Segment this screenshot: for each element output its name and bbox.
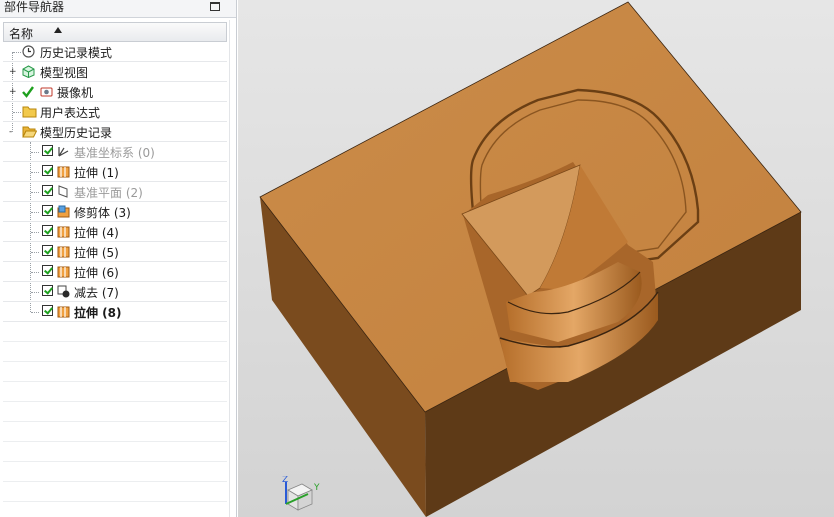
- empty-row: [3, 382, 227, 402]
- tree-item-feature[interactable]: 减去 (7): [3, 282, 227, 302]
- tree-item-label: 用户表达式: [40, 106, 101, 120]
- tree-connector: [31, 172, 39, 173]
- visibility-checkbox[interactable]: [42, 225, 53, 236]
- tree-item-label: 拉伸 (6): [74, 266, 119, 280]
- panel-title: 部件导航器: [4, 0, 65, 14]
- extrude-icon: [57, 266, 70, 278]
- folder-icon: [22, 106, 37, 118]
- visibility-checkbox[interactable]: [42, 265, 53, 276]
- expand-icon[interactable]: +: [9, 88, 17, 97]
- tree-item-feature[interactable]: 基准坐标系 (0): [3, 142, 227, 162]
- tree-item-feature-current[interactable]: 拉伸 (8): [3, 302, 227, 322]
- maximize-icon[interactable]: [210, 2, 220, 11]
- tree-connector: [31, 312, 39, 313]
- tree-item-user-expressions[interactable]: 用户表达式: [3, 102, 227, 122]
- visibility-checkbox[interactable]: [42, 245, 53, 256]
- tree-item-label: 模型历史记录: [40, 126, 113, 140]
- tree-item-feature[interactable]: 拉伸 (1): [3, 162, 227, 182]
- tree-empty-area: [3, 322, 227, 502]
- empty-row: [3, 442, 227, 462]
- empty-row: [3, 402, 227, 422]
- tree-connector: [31, 292, 39, 293]
- extrude-icon: [57, 306, 70, 318]
- tree-connector: [31, 272, 39, 273]
- tree-item-model-history[interactable]: - 模型历史记录: [3, 122, 227, 142]
- tree-item-label: 基准坐标系 (0): [74, 146, 155, 160]
- extrude-icon: [57, 166, 70, 178]
- sort-ascending-icon: [54, 27, 62, 33]
- tree-item-feature[interactable]: 拉伸 (5): [3, 242, 227, 262]
- extrude-icon: [57, 226, 70, 238]
- tree-item-feature[interactable]: 基准平面 (2): [3, 182, 227, 202]
- column-header-label: 名称: [9, 27, 34, 41]
- tree-item-model-views[interactable]: + 模型视图: [3, 62, 227, 82]
- visibility-checkbox[interactable]: [42, 285, 53, 296]
- tree-connector: [31, 252, 39, 253]
- subtract-icon: [57, 285, 70, 298]
- empty-row: [3, 342, 227, 362]
- tree-connector: [13, 52, 21, 53]
- graphics-viewport[interactable]: Z Y: [238, 0, 834, 517]
- y-axis-label: Y: [313, 483, 320, 493]
- tree-item-feature[interactable]: 修剪体 (3): [3, 202, 227, 222]
- datum-plane-icon: [58, 185, 68, 198]
- empty-row: [3, 322, 227, 342]
- extrude-icon: [57, 246, 70, 258]
- tree-item-label: 拉伸 (5): [74, 246, 119, 260]
- trim-body-icon: [57, 205, 70, 218]
- tree-connector: [31, 152, 39, 153]
- clock-icon: [22, 45, 35, 58]
- tree-item-label: 拉伸 (8): [74, 306, 122, 320]
- visibility-checkbox[interactable]: [42, 165, 53, 176]
- tree-item-feature[interactable]: 拉伸 (6): [3, 262, 227, 282]
- z-axis-label: Z: [282, 476, 288, 485]
- check-mark-icon[interactable]: [21, 85, 35, 98]
- empty-row: [3, 482, 227, 502]
- expand-icon[interactable]: +: [9, 68, 17, 77]
- tree-item-label: 减去 (7): [74, 286, 119, 300]
- tree-connector: [31, 212, 39, 213]
- camera-icon: [40, 87, 53, 97]
- tree-rows: 历史记录模式 + 模型视图 + 摄像机 用户表达式 - 模型历史记录 基准坐标系…: [3, 42, 227, 322]
- tree-connector: [31, 192, 39, 193]
- panel-divider: [229, 20, 230, 517]
- tree-item-label: 拉伸 (1): [74, 166, 119, 180]
- tree-item-feature[interactable]: 拉伸 (4): [3, 222, 227, 242]
- part-navigator-panel: 部件导航器 名称 历史记录模式 + 模型视图 + 摄像机 用户表达式 - 模型历…: [0, 0, 237, 517]
- tree-item-label: 模型视图: [40, 66, 89, 80]
- view-triad: Z Y: [282, 476, 320, 511]
- tree-item-label: 摄像机: [57, 86, 94, 100]
- tree-connector: [31, 232, 39, 233]
- datum-csys-icon: [58, 147, 69, 157]
- visibility-checkbox[interactable]: [42, 145, 53, 156]
- tree-item-label: 修剪体 (3): [74, 206, 131, 220]
- collapse-icon[interactable]: -: [9, 128, 15, 137]
- tree-connector: [13, 112, 21, 113]
- panel-title-bar: 部件导航器: [0, 0, 236, 18]
- tree-item-history-mode[interactable]: 历史记录模式: [3, 42, 227, 62]
- empty-row: [3, 422, 227, 442]
- tree-item-label: 历史记录模式: [40, 46, 113, 60]
- folder-open-icon: [22, 126, 37, 138]
- empty-row: [3, 362, 227, 382]
- column-header-name[interactable]: 名称: [3, 22, 227, 42]
- visibility-checkbox[interactable]: [42, 205, 53, 216]
- model-view-icon: [22, 65, 35, 78]
- tree-item-label: 基准平面 (2): [74, 186, 143, 200]
- visibility-checkbox[interactable]: [42, 305, 53, 316]
- tree-item-cameras[interactable]: + 摄像机: [3, 82, 227, 102]
- visibility-checkbox[interactable]: [42, 185, 53, 196]
- mold-model[interactable]: [238, 0, 834, 517]
- empty-row: [3, 462, 227, 482]
- tree-item-label: 拉伸 (4): [74, 226, 119, 240]
